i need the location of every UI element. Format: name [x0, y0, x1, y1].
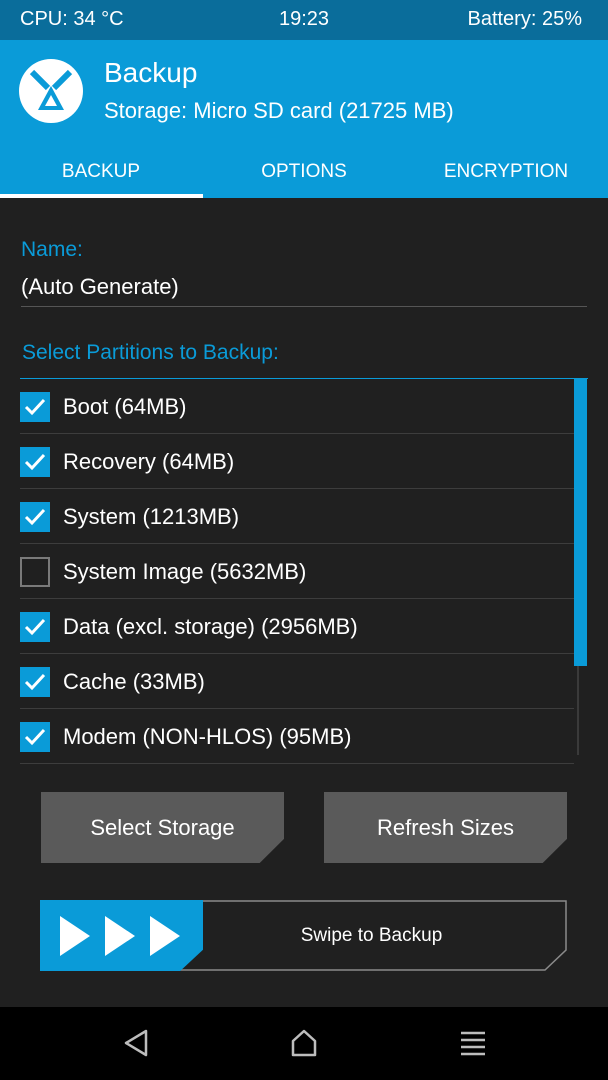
checkbox-checked[interactable]: [20, 667, 50, 697]
checkbox-checked[interactable]: [20, 392, 50, 422]
partition-row[interactable]: System (1213MB): [20, 489, 574, 544]
swipe-label: Swipe to Backup: [300, 925, 443, 946]
partition-label: Data (excl. storage) (2956MB): [63, 614, 358, 639]
checkmark-icon: [24, 673, 46, 691]
triple-arrow-icon: [60, 916, 180, 956]
menu-icon[interactable]: [459, 1028, 487, 1058]
partition-label: System Image (5632MB): [63, 559, 307, 584]
tab-bar: BACKUP OPTIONS ENCRYPTION: [0, 148, 608, 198]
partition-label: Boot (64MB): [63, 394, 187, 419]
tab-encryption[interactable]: ENCRYPTION: [405, 148, 607, 198]
backup-name-field[interactable]: (Auto Generate): [21, 274, 587, 307]
checkmark-icon: [24, 508, 46, 526]
checkmark-icon: [24, 398, 46, 416]
checkmark-icon: [24, 453, 46, 471]
app-header: Backup Storage: Micro SD card (21725 MB)…: [0, 40, 608, 198]
partition-row[interactable]: Data (excl. storage) (2956MB): [20, 599, 574, 654]
tab-backup[interactable]: BACKUP: [0, 148, 202, 198]
checkmark-icon: [24, 728, 46, 746]
navigation-bar: [0, 1007, 608, 1080]
swipe-handle[interactable]: [40, 900, 203, 971]
partition-label: Recovery (64MB): [63, 449, 235, 474]
partition-row[interactable]: Boot (64MB): [20, 379, 574, 434]
partition-row[interactable]: Cache (33MB): [20, 654, 574, 709]
status-bar: CPU: 34 °C 19:23 Battery: 25%: [0, 0, 608, 40]
partition-label: System (1213MB): [63, 504, 240, 529]
checkbox-checked[interactable]: [20, 612, 50, 642]
checkbox-checked[interactable]: [20, 447, 50, 477]
back-icon[interactable]: [122, 1028, 150, 1058]
partition-row[interactable]: Recovery (64MB): [20, 434, 574, 489]
partition-label: Modem (NON-HLOS) (95MB): [63, 724, 352, 749]
battery-level: Battery: 25%: [467, 8, 582, 30]
refresh-sizes-button[interactable]: Refresh Sizes: [324, 792, 567, 863]
select-storage-button[interactable]: Select Storage: [41, 792, 284, 863]
swipe-to-backup-slider[interactable]: Swipe to Backup: [40, 900, 567, 971]
checkbox-unchecked[interactable]: [20, 557, 50, 587]
tab-options[interactable]: OPTIONS: [203, 148, 405, 198]
page-title: Backup: [104, 57, 198, 88]
checkbox-checked[interactable]: [20, 722, 50, 752]
twrp-logo-icon: [18, 58, 84, 124]
active-tab-indicator: [0, 194, 203, 198]
name-label: Name:: [21, 238, 83, 261]
partition-list[interactable]: Boot (64MB) Recovery (64MB) System (1213MB…: [20, 378, 588, 764]
storage-subtitle: Storage: Micro SD card (21725 MB): [104, 98, 454, 123]
scrollbar-thumb[interactable]: [574, 379, 587, 666]
partitions-label: Select Partitions to Backup:: [22, 341, 279, 364]
partition-row[interactable]: Modem (NON-HLOS) (95MB): [20, 709, 574, 764]
home-icon[interactable]: [290, 1028, 318, 1058]
partition-label: Cache (33MB): [63, 669, 205, 694]
partition-row[interactable]: System Image (5632MB): [20, 544, 574, 599]
checkbox-checked[interactable]: [20, 502, 50, 532]
checkmark-icon: [24, 618, 46, 636]
